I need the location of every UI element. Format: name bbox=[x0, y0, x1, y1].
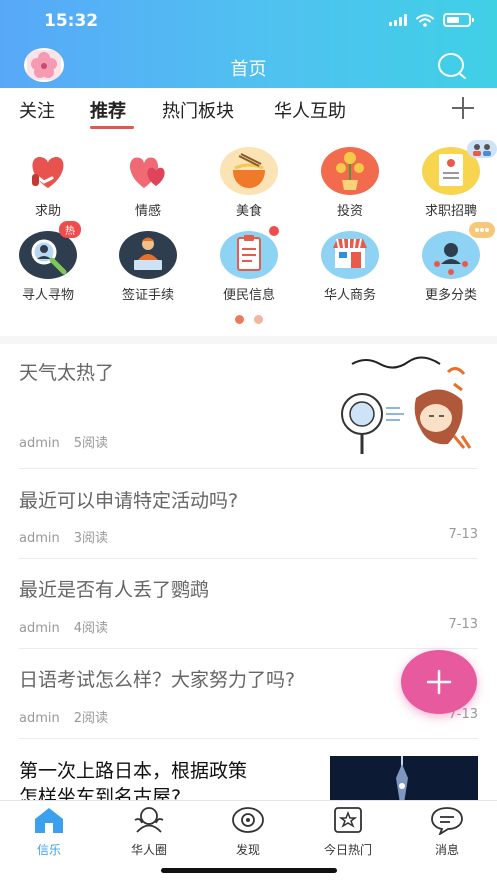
night-tower-photo-image bbox=[330, 756, 478, 800]
nav-home[interactable]: 信乐 bbox=[9, 805, 89, 858]
hot-today-icon bbox=[334, 807, 362, 833]
category-grid: 求助 情感 美食 投资 求职招聘 热 寻人寻物 签证手续 便民信息 华人商务 更… bbox=[0, 140, 497, 330]
section-divider bbox=[0, 336, 497, 344]
search-icon[interactable] bbox=[437, 51, 467, 81]
carousel-indicator bbox=[0, 315, 497, 324]
nav-discover[interactable]: 发现 bbox=[208, 805, 288, 858]
post-divider bbox=[19, 738, 478, 739]
noodle-bowl-icon bbox=[220, 147, 278, 195]
page-title: 首页 bbox=[230, 59, 267, 80]
post-divider bbox=[19, 468, 478, 469]
category-lost-found[interactable]: 热 寻人寻物 bbox=[8, 221, 88, 303]
shop-icon bbox=[321, 231, 379, 279]
category-convenience-info[interactable]: 便民信息 bbox=[209, 226, 289, 303]
category-business[interactable]: 华人商务 bbox=[310, 230, 390, 303]
post-divider bbox=[19, 558, 478, 559]
tab-follow[interactable]: 关注 bbox=[19, 97, 55, 123]
home-indicator bbox=[161, 868, 337, 873]
wifi-icon bbox=[416, 13, 434, 27]
notification-dot bbox=[269, 226, 279, 236]
post-reads: 2阅读 bbox=[73, 711, 109, 726]
post-title-line: 怎样坐车到名古屋? bbox=[19, 786, 182, 800]
post-thumbnail bbox=[336, 354, 478, 455]
post-item[interactable]: 最近可以申请特定活动吗? admin 3阅读 7-13 bbox=[0, 470, 497, 558]
category-investment[interactable]: 投资 bbox=[310, 146, 390, 219]
hot-badge: 热 bbox=[59, 221, 81, 238]
hot-weather-cartoon-image bbox=[336, 354, 478, 455]
status-bar: 15:32 bbox=[0, 0, 497, 44]
post-item[interactable]: 最近是否有人丢了鹦鹉 admin 4阅读 7-13 bbox=[0, 560, 497, 648]
category-help[interactable]: 求助 bbox=[8, 146, 88, 219]
category-tabs: 关注 推荐 热门板块 华人互助 bbox=[0, 88, 497, 134]
app-header: 15:32 首页 bbox=[0, 0, 497, 88]
category-visa[interactable]: 签证手续 bbox=[108, 230, 188, 303]
plus-icon bbox=[426, 669, 452, 695]
more-dots-badge-icon bbox=[469, 222, 495, 238]
post-title: 日语考试怎么样？大家努力了吗? bbox=[19, 669, 296, 691]
nav-chinese-circle[interactable]: 华人圈 bbox=[109, 805, 189, 858]
carousel-dot[interactable] bbox=[234, 315, 244, 324]
post-thumbnail bbox=[330, 756, 478, 800]
post-title: 最近是否有人丢了鹦鹉 bbox=[19, 579, 210, 601]
nav-messages[interactable]: 消息 bbox=[407, 805, 487, 858]
post-item[interactable]: 第一次上路日本，根据政策 怎样坐车到名古屋? bbox=[0, 740, 497, 800]
category-more[interactable]: 更多分类 bbox=[411, 222, 495, 303]
money-plant-icon bbox=[321, 147, 379, 195]
app-screen: 15:32 首页 关注 推荐 热门板块 华人互助 求助 情感 美食 投资 求职招… bbox=[0, 0, 497, 883]
post-date: 7-13 bbox=[448, 527, 478, 542]
visa-officer-icon bbox=[119, 231, 177, 279]
category-food[interactable]: 美食 bbox=[209, 146, 289, 219]
post-author: admin bbox=[19, 531, 60, 546]
post-author: admin bbox=[19, 621, 60, 636]
post-divider bbox=[19, 648, 478, 649]
nav-today-hot[interactable]: 今日热门 bbox=[308, 805, 388, 858]
post-date: 7-13 bbox=[448, 617, 478, 632]
battery-icon bbox=[443, 13, 474, 27]
status-time: 15:32 bbox=[44, 11, 99, 31]
post-author: admin bbox=[19, 436, 60, 451]
clipboard-icon bbox=[220, 231, 278, 279]
create-post-button[interactable] bbox=[401, 650, 477, 714]
people-badge-icon bbox=[467, 140, 497, 158]
post-title: 天气太热了 bbox=[19, 362, 115, 384]
post-item[interactable]: 天气太热了 admin 5阅读 bbox=[0, 344, 497, 468]
category-emotion[interactable]: 情感 bbox=[108, 146, 188, 219]
home-icon bbox=[35, 808, 63, 833]
post-reads: 3阅读 bbox=[73, 531, 109, 546]
add-tab-icon[interactable] bbox=[449, 93, 477, 123]
active-tab-indicator bbox=[90, 126, 134, 129]
discover-eye-icon bbox=[232, 807, 264, 833]
post-author: admin bbox=[19, 711, 60, 726]
post-reads: 4阅读 bbox=[73, 621, 109, 636]
category-jobs[interactable]: 求职招聘 bbox=[411, 140, 497, 219]
helping-hands-heart-icon bbox=[32, 156, 64, 188]
post-title-line: 第一次上路日本，根据政策 bbox=[19, 760, 248, 782]
tab-mutual-help[interactable]: 华人互助 bbox=[274, 97, 346, 123]
carousel-dot[interactable] bbox=[253, 315, 263, 324]
post-title: 最近可以申请特定活动吗? bbox=[19, 490, 239, 512]
community-icon bbox=[134, 807, 164, 833]
tab-hot-boards[interactable]: 热门板块 bbox=[162, 97, 234, 123]
cellular-signal-icon bbox=[389, 14, 407, 26]
message-icon bbox=[431, 807, 463, 837]
tab-recommend[interactable]: 推荐 bbox=[90, 97, 126, 123]
hearts-icon bbox=[130, 157, 165, 188]
post-reads: 5阅读 bbox=[73, 436, 109, 451]
